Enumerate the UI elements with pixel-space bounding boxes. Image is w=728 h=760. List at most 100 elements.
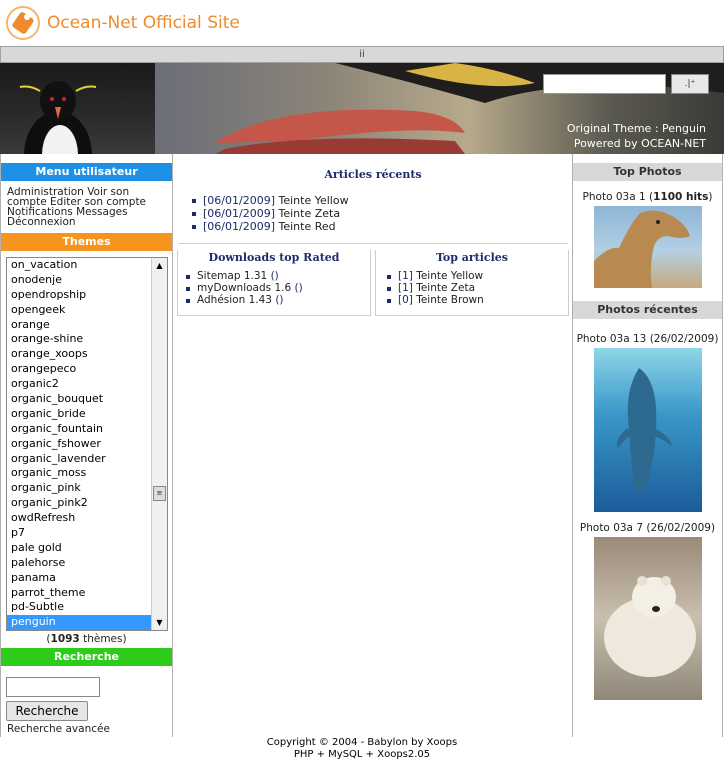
header-search-button[interactable]: .|⁺ — [671, 74, 709, 94]
photo-name[interactable]: Photo 03a 13 — [577, 333, 647, 345]
article-link[interactable]: Teinte Yellow — [278, 194, 348, 207]
top-articles-block: Top articles [1] Teinte Yellow [1] Teint… — [375, 250, 569, 316]
logo-bar: Ocean-Net Official Site — [0, 0, 728, 46]
article-link[interactable]: Teinte Brown — [416, 294, 484, 306]
downloads-list: Sitemap 1.31 () myDownloads 1.6 () Adhés… — [185, 270, 370, 306]
scroll-thumb[interactable]: ≡ — [153, 486, 166, 501]
theme-option[interactable]: p7 — [7, 526, 167, 541]
photo-name[interactable]: Photo 03a 7 — [580, 522, 643, 534]
logo-icon[interactable] — [4, 4, 42, 42]
header-banner: .|⁺ Original Theme : Penguin Powered by … — [0, 63, 724, 154]
download-score: () — [270, 270, 279, 282]
theme-option[interactable]: opengeek — [7, 303, 167, 318]
menu-item-logout[interactable]: Déconnexion — [7, 216, 76, 228]
download-link[interactable]: myDownloads 1.6 — [197, 282, 291, 294]
theme-option[interactable]: orange_xoops — [7, 347, 167, 362]
downloads-top-rated-title: Downloads top Rated — [208, 251, 340, 264]
advanced-search-link[interactable]: Recherche avancée — [7, 723, 172, 735]
theme-option[interactable]: organic2 — [7, 377, 167, 392]
top-photos-title: Top Photos — [573, 163, 722, 181]
scroll-down-arrow-icon[interactable]: ▼ — [152, 615, 167, 630]
article-link[interactable]: Teinte Yellow — [416, 270, 483, 282]
footer-tech: PHP + MySQL + Xoops2.05 — [293, 749, 431, 760]
article-date: [06/01/2009] — [203, 220, 275, 233]
recent-photo-caption: Photo 03a 7 (26/02/2009) — [573, 522, 722, 534]
list-item: Sitemap 1.31 () — [185, 270, 370, 282]
theme-option[interactable]: palehorse — [7, 556, 167, 571]
theme-option[interactable]: panama — [7, 571, 167, 586]
camel-photo[interactable] — [593, 206, 702, 288]
top-photo-caption: Photo 03a 1 (1100 hits) — [582, 191, 713, 203]
download-score: () — [275, 294, 284, 306]
article-count: [0] — [398, 294, 413, 306]
download-link[interactable]: Adhésion 1.43 — [197, 294, 272, 306]
theme-select-list[interactable]: on_vacation onodenje opendropship opengeek o… — [6, 257, 168, 631]
download-score: () — [294, 282, 303, 294]
site-title[interactable]: Ocean-Net Official Site — [47, 13, 240, 33]
article-count: [1] — [398, 282, 413, 294]
theme-option[interactable]: owdRefresh — [7, 511, 167, 526]
theme-option[interactable]: onodenje — [7, 273, 167, 288]
dolphin-photo[interactable] — [593, 348, 702, 512]
top-articles-title: Top articles — [435, 251, 509, 264]
theme-option[interactable]: organic_moss — [7, 466, 167, 481]
theme-option[interactable]: opendropship — [7, 288, 167, 303]
theme-option[interactable]: pale gold — [7, 541, 167, 556]
user-menu: Administration Voir son compte Editer so… — [1, 181, 172, 233]
download-link[interactable]: Sitemap 1.31 — [197, 270, 267, 282]
theme-option[interactable]: organic_lavender — [7, 452, 167, 467]
theme-option[interactable]: on_vacation — [7, 258, 167, 273]
photo-name[interactable]: Photo 03a 1 — [583, 191, 646, 203]
polar-bear-photo[interactable] — [593, 537, 702, 700]
article-link[interactable]: Teinte Zeta — [278, 207, 340, 220]
search-input[interactable] — [6, 677, 100, 697]
theme-option[interactable]: organic_pink2 — [7, 496, 167, 511]
theme-option[interactable]: orangepeco — [7, 362, 167, 377]
top-articles-list: [1] Teinte Yellow [1] Teinte Zeta [0] Te… — [386, 270, 568, 306]
menu-item-messages[interactable]: Messages — [76, 206, 128, 218]
list-item: [1] Teinte Yellow — [386, 270, 568, 282]
search-title: Recherche — [1, 648, 172, 666]
article-count: [1] — [398, 270, 413, 282]
list-item: myDownloads 1.6 () — [185, 282, 370, 294]
theme-option[interactable]: penguin — [7, 615, 167, 630]
recent-photos-title: Photos récentes — [573, 301, 722, 319]
search-submit-icon: .|⁺ — [684, 79, 696, 89]
theme-count-number: 1093 — [50, 633, 80, 645]
penguin-illustration — [19, 81, 97, 154]
photo-date: (26/02/2009) — [649, 333, 719, 345]
banner-credits: Original Theme : Penguin Powered by OCEA… — [567, 121, 706, 151]
theme-option[interactable]: orange-shine — [7, 332, 167, 347]
theme-list-scrollbar[interactable]: ▲ ≡ ▼ — [151, 258, 167, 630]
polar-bear-illustration — [603, 576, 696, 677]
article-link[interactable]: Teinte Red — [278, 220, 335, 233]
credit-line-theme: Original Theme : Penguin — [566, 122, 706, 135]
theme-option[interactable]: organic_pink — [7, 481, 167, 496]
photo-date: (26/02/2009) — [646, 522, 716, 534]
header-search-input[interactable] — [543, 74, 666, 94]
list-item: [06/01/2009] Teinte Yellow — [191, 194, 349, 207]
recent-photo-caption: Photo 03a 13 (26/02/2009) — [573, 333, 722, 345]
left-sidebar: Menu utilisateur Administration Voir son… — [0, 154, 173, 737]
dolphin-illustration — [616, 368, 672, 493]
recent-articles-title: Articles récents — [324, 168, 422, 181]
article-link[interactable]: Teinte Zeta — [416, 282, 475, 294]
list-item: Adhésion 1.43 () — [185, 294, 370, 306]
search-button[interactable]: Recherche — [6, 701, 88, 721]
article-date: [06/01/2009] — [203, 194, 275, 207]
downloads-top-rated-block: Downloads top Rated Sitemap 1.31 () myDo… — [177, 250, 371, 316]
theme-option[interactable]: pd-Subtle — [7, 600, 167, 615]
theme-option[interactable]: orange — [7, 318, 167, 333]
theme-items: on_vacation onodenje opendropship opengeek o… — [7, 258, 167, 630]
theme-option[interactable]: organic_fshower — [7, 437, 167, 452]
theme-count: (1093 thèmes) — [46, 633, 127, 645]
sub-bar: ii — [0, 46, 724, 63]
theme-option[interactable]: organic_bride — [7, 407, 167, 422]
theme-option[interactable]: organic_bouquet — [7, 392, 167, 407]
theme-count-suffix: thèmes — [83, 633, 123, 645]
footer-copyright: Copyright © 2004 - Babylon by Xoops — [266, 737, 458, 748]
theme-option[interactable]: parrot_theme — [7, 586, 167, 601]
list-item: [06/01/2009] Teinte Zeta — [191, 207, 349, 220]
theme-option[interactable]: organic_fountain — [7, 422, 167, 437]
scroll-up-arrow-icon[interactable]: ▲ — [152, 258, 167, 273]
